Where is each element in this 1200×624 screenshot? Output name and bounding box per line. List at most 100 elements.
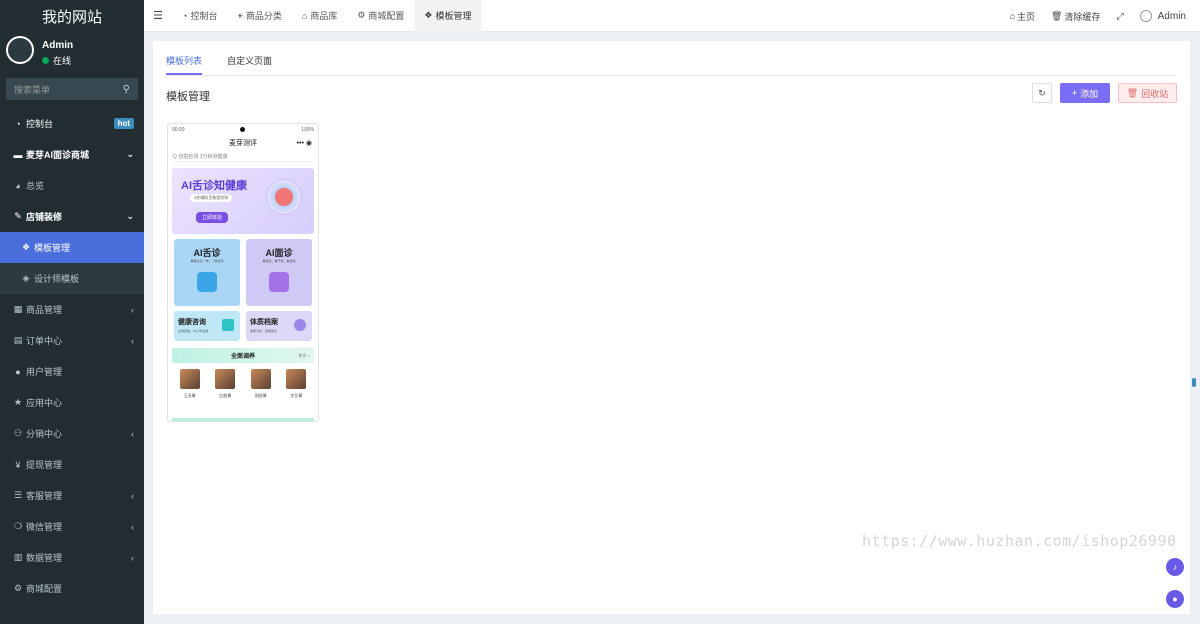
recycle-bin-button[interactable]: 🗑 回收站 (1118, 83, 1177, 103)
sidebar-item-wechat[interactable]: ❍ 微信管理 ‹ (0, 511, 144, 542)
sidebar-item-users[interactable]: ● 用户管理 (0, 356, 144, 387)
trash-icon: 🗑 (1050, 10, 1063, 21)
sidebar-item-overview[interactable]: ◕ 总览 (0, 170, 144, 201)
product-item: 岁艾膏 (281, 369, 311, 399)
tab-product-library[interactable]: ⌂ 商品库 (292, 0, 347, 32)
section-more: 更多 > (298, 352, 310, 358)
template-card[interactable]: 00:00 100% 麦芽测评 ••• ◉ Q 自拍检测 3分钟测健康 AI舌诊… (167, 123, 319, 422)
online-dot-icon (42, 57, 49, 64)
user-panel: Admin 在线 (0, 32, 144, 72)
sidebar-item-orders[interactable]: ▤ 订单中心 ‹ (0, 325, 144, 356)
tab-product-categories[interactable]: ⚹ 商品分类 (227, 0, 291, 32)
sidebar-item-withdrawals[interactable]: ¥ 提现管理 (0, 449, 144, 480)
watermark: https://www.huzhan.com/ishop26990 (862, 532, 1177, 550)
tab-template-management[interactable]: ❖ 模板管理 (414, 0, 482, 32)
grid-icon: ▦ (13, 304, 23, 314)
banner-title: AI舌诊知健康 (181, 180, 247, 192)
user-menu[interactable]: Admin (1132, 10, 1200, 22)
sidebar-item-label: 订单中心 (26, 336, 63, 346)
sidebar-item-customer-service[interactable]: ☰ 客服管理 ‹ (0, 480, 144, 511)
tile-subtitle: 看面色，看气色，看健康 (262, 259, 296, 263)
phone-product-list: 王灵膏 红曲膏 固经膏 岁艾膏 (172, 369, 314, 399)
sidebar-item-apps[interactable]: ★ 应用中心 (0, 387, 144, 418)
sidebar: 我的网站 Admin 在线 搜索菜单 ⚲ ◔ 控制台 hot ▬ 麦芽AI面诊商… (0, 0, 144, 624)
sidebar-item-label: 微信管理 (26, 522, 63, 532)
product-image (215, 369, 236, 389)
product-item: 固经膏 (246, 369, 276, 399)
banner-button: 立即体验 (196, 212, 229, 223)
sitemap-icon: ⚹ (237, 10, 243, 20)
chat-float-button[interactable]: ● (1166, 590, 1184, 608)
plus-icon: + (1071, 88, 1078, 98)
sidebar-item-label: 应用中心 (26, 398, 63, 408)
recycle-label: 回收站 (1141, 88, 1169, 99)
tile-health-consult: 健康咨询 在线咨询，24小时在线 (174, 311, 240, 341)
tab-label: 商城配置 (368, 11, 405, 21)
cubes-icon: ❖ (21, 242, 31, 252)
sidebar-item-designer-templates[interactable]: ◈ 设计师模板 (0, 263, 144, 294)
avatar (1139, 10, 1152, 22)
sidebar-item-label: 商城配置 (26, 584, 63, 594)
list-icon: ☰ (13, 490, 23, 500)
camera-icon (240, 127, 246, 132)
tile-ai-tongue: AI舌诊 看看舌头一伸，一键检测 (174, 239, 240, 306)
sidebar-item-products[interactable]: ▦ 商品管理 ‹ (0, 294, 144, 325)
product-item: 王灵膏 (175, 369, 205, 399)
tab-label: 商品库 (310, 11, 338, 21)
profile-icon (294, 319, 306, 331)
sidebar-item-label: 模板管理 (34, 243, 71, 253)
notification-bell-button[interactable]: ♪ (1166, 558, 1184, 576)
home-button[interactable]: ⌂ 主页 (1002, 10, 1043, 23)
phone-bottom-strip (172, 418, 314, 421)
sidebar-item-label: 数据管理 (26, 553, 63, 563)
add-label: 添加 (1080, 88, 1099, 99)
page-title: 模板管理 (166, 91, 210, 103)
tile-title: AI面诊 (265, 248, 293, 258)
tab-custom-pages[interactable]: 自定义页面 (227, 41, 272, 75)
chevron-left-icon: ‹ (131, 490, 134, 501)
fullscreen-button[interactable]: ⤢ (1108, 11, 1131, 22)
clear-cache-button[interactable]: 🗑 清除缓存 (1043, 10, 1108, 23)
section-title: 全面调养 (230, 354, 255, 360)
scrollbar-handle[interactable] (1192, 378, 1196, 387)
sidebar-item-label: 商品管理 (26, 305, 63, 315)
sidebar-item-dashboard[interactable]: ◔ 控制台 hot (0, 108, 144, 139)
sidebar-item-template-management[interactable]: ❖ 模板管理 (0, 232, 144, 263)
tab-mall-settings[interactable]: ⚙ 商城配置 (347, 0, 414, 32)
status-time: 00:00 (172, 126, 185, 133)
tongue-app-icon (197, 272, 217, 292)
tab-dashboard[interactable]: ◔ 控制台 (172, 0, 227, 32)
capsule-menu-icon: ••• ◉ (296, 140, 312, 147)
brand-title[interactable]: 我的网站 (0, 0, 144, 32)
dashboard-icon: ◔ (15, 118, 21, 129)
add-button[interactable]: + 添加 (1060, 83, 1110, 103)
chevron-left-icon: ‹ (131, 552, 134, 563)
chat-icon (222, 319, 234, 331)
chevron-down-icon: ⌄ (126, 211, 134, 221)
fullscreen-icon: ⤢ (1116, 10, 1124, 21)
tab-label: 商品分类 (245, 11, 282, 21)
trash-icon: 🗑 (1126, 87, 1139, 98)
sidebar-item-label: 控制台 (26, 119, 54, 129)
banner-subtitle: 3秒辅助舌象提前知 (190, 194, 233, 202)
sidebar-item-distribution[interactable]: ⚇ 分销中心 ‹ (0, 418, 144, 449)
refresh-button[interactable]: ↻ (1032, 83, 1052, 103)
hamburger-icon[interactable]: ☰ (144, 9, 172, 22)
phone-small-row: 健康咨询 在线咨询，24小时在线 体质档案 体质分析，健康建议 (174, 311, 312, 341)
sidebar-item-label: 客服管理 (26, 491, 63, 501)
sidebar-item-maiya-mall[interactable]: ▬ 麦芽AI面诊商城 ⌄ (0, 139, 144, 170)
sidebar-item-label: 总览 (26, 181, 45, 191)
phone-title-bar: 麦芽测评 ••• ◉ (168, 135, 318, 151)
tile-ai-face: AI面诊 看面色，看气色，看健康 (246, 239, 312, 306)
sidebar-item-store-decoration[interactable]: ✎ 店铺装修 ⌄ (0, 201, 144, 232)
tab-template-list[interactable]: 模板列表 (166, 41, 203, 75)
refresh-icon: ↻ (1038, 87, 1046, 98)
phone-title: 麦芽测评 (229, 140, 257, 147)
chevron-down-icon: ⌄ (126, 149, 134, 159)
home-label: 主页 (1016, 11, 1035, 22)
small-tile-title: 体质档案 (250, 319, 278, 326)
sidebar-item-mall-settings[interactable]: ⚙ 商城配置 (0, 573, 144, 604)
menu-search-input[interactable]: 搜索菜单 ⚲ (6, 78, 138, 100)
sidebar-item-data[interactable]: ▥ 数据管理 ‹ (0, 542, 144, 573)
search-icon[interactable]: ⚲ (123, 84, 130, 95)
